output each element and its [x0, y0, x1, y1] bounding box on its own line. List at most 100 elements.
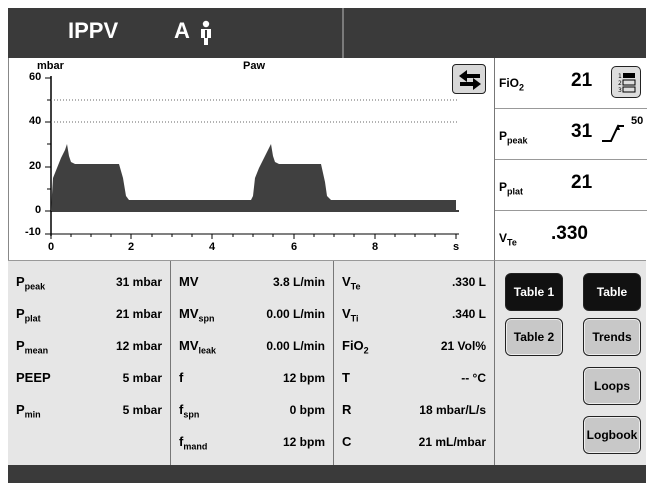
- table1-button[interactable]: Table 1: [505, 273, 563, 311]
- row-value: 12 bpm: [282, 435, 325, 449]
- x-tick-label: 4: [209, 241, 216, 253]
- header-divider: [342, 8, 344, 58]
- swap-graph-button[interactable]: [452, 64, 486, 94]
- param-subscript: 2: [519, 82, 525, 93]
- table-row: Pplat 21 mbar: [8, 301, 170, 329]
- table-row: Ppeak 31 mbar: [8, 269, 170, 297]
- x-tick-label: 2: [128, 241, 135, 253]
- list-icon: 1 2 3: [618, 73, 636, 94]
- row-value: 0 bpm: [289, 403, 325, 417]
- volume-column: MV 3.8 L/min MVspn 0.00 L/min MVleak 0.00 L/m…: [171, 261, 334, 466]
- param-subscript: Te: [507, 237, 517, 248]
- y-tick-label: 40: [29, 115, 42, 127]
- row-label: Ppeak: [16, 274, 46, 292]
- table-row: fmand 12 bpm: [171, 429, 333, 457]
- ventilation-mode: IPPV: [68, 18, 119, 43]
- measured-params-panel: FiO2 21 1 2 3 Ppeak 31 50 Pplat 21 VTe .…: [494, 58, 647, 262]
- table-row: C 21 mL/mbar: [334, 429, 494, 457]
- param-value: .330: [551, 223, 588, 244]
- footer-bar: [8, 465, 646, 483]
- table-row: VTe .330 L: [334, 269, 494, 297]
- list-view-button[interactable]: 1 2 3: [611, 66, 641, 98]
- x-tick-label: s: [453, 241, 460, 253]
- y-tick-label: 20: [29, 160, 42, 172]
- row-label: MV: [179, 274, 199, 289]
- patient-person-icon: [198, 20, 214, 51]
- row-label: C: [342, 434, 352, 449]
- table-row: fspn 0 bpm: [171, 397, 333, 425]
- row-label: PEEP: [16, 370, 51, 385]
- row-value: .330 L: [451, 275, 486, 289]
- row-label: fmand: [179, 434, 208, 452]
- row-value: 21 mL/mbar: [418, 435, 486, 449]
- row-value: -- °C: [461, 371, 486, 385]
- pressure-waveform: [51, 144, 456, 211]
- row-value: 5 mbar: [122, 371, 162, 385]
- table-row: MVspn 0.00 L/min: [171, 301, 333, 329]
- table-row: Pmin 5 mbar: [8, 397, 170, 425]
- table-row: PEEP 5 mbar: [8, 365, 170, 393]
- param-subscript: plat: [507, 186, 524, 197]
- row-label: MVspn: [179, 306, 215, 324]
- row-value: 31 mbar: [115, 275, 162, 289]
- table-row: R 18 mbar/L/s: [334, 397, 494, 425]
- param-pplat[interactable]: Pplat 21: [495, 160, 647, 211]
- param-fio2[interactable]: FiO2 21 1 2 3: [495, 58, 647, 109]
- pressure-limit-icon: [602, 124, 624, 142]
- misc-column: VTe .330 L VTi .340 L FiO2 21 Vol% T -- °C R 18 m…: [334, 261, 494, 466]
- row-value: 12 bpm: [282, 371, 325, 385]
- y-tick-label: 0: [35, 204, 42, 216]
- param-ppeak[interactable]: Ppeak 31 50: [495, 109, 647, 160]
- row-label: R: [342, 402, 352, 417]
- row-label: FiO2: [342, 338, 369, 356]
- row-label: T: [342, 370, 350, 385]
- row-value: 12 mbar: [115, 339, 162, 353]
- row-value: 18 mbar/L/s: [419, 403, 486, 417]
- row-label: Pmean: [16, 338, 49, 356]
- param-label: P: [499, 180, 508, 194]
- trends-button[interactable]: Trends: [583, 318, 641, 356]
- table-row: Pmean 12 mbar: [8, 333, 170, 361]
- row-label: Pplat: [16, 306, 41, 324]
- row-value: 5 mbar: [122, 403, 162, 417]
- row-label: fspn: [179, 402, 200, 420]
- x-tick-label: 8: [372, 241, 379, 253]
- row-value: 3.8 L/min: [272, 275, 325, 289]
- param-vte[interactable]: VTe .330: [495, 211, 647, 262]
- table-row: VTi .340 L: [334, 301, 494, 329]
- signal-name-label: Paw: [243, 60, 266, 72]
- ventilation-submode: A: [174, 18, 190, 43]
- svg-text:3: 3: [618, 87, 622, 94]
- y-tick-label: 60: [29, 71, 42, 83]
- row-value: 21 Vol%: [440, 339, 486, 353]
- x-tick-label: 6: [291, 241, 298, 253]
- loops-button[interactable]: Loops: [583, 367, 641, 405]
- param-value: 31: [571, 121, 593, 142]
- ppeak-limit: 50: [631, 115, 644, 127]
- param-label: P: [499, 129, 508, 143]
- svg-text:1: 1: [618, 73, 622, 80]
- table-row: MV 3.8 L/min: [171, 269, 333, 297]
- row-value: .340 L: [451, 307, 486, 321]
- row-label: f: [179, 370, 184, 385]
- header-bar: IPPV A: [8, 8, 646, 58]
- y-tick-label: -10: [25, 226, 41, 238]
- row-label: Pmin: [16, 402, 41, 420]
- pressure-column: Ppeak 31 mbar Pplat 21 mbar Pmean 12 mbar PEEP…: [8, 261, 171, 466]
- table2-button[interactable]: Table 2: [505, 318, 563, 356]
- table-row: MVleak 0.00 L/min: [171, 333, 333, 361]
- svg-text:2: 2: [618, 80, 622, 87]
- measurement-table: Ppeak 31 mbar Pplat 21 mbar Pmean 12 mbar PEEP…: [8, 260, 494, 466]
- pressure-waveform-graph: mbar Paw 60 40 20 0 -10 0 2 4 6 8 s: [8, 58, 494, 260]
- table-row: FiO2 21 Vol%: [334, 333, 494, 361]
- row-label: VTe: [342, 274, 361, 292]
- table-button[interactable]: Table: [583, 273, 641, 311]
- row-value: 21 mbar: [115, 307, 162, 321]
- row-value: 0.00 L/min: [266, 339, 325, 353]
- param-value: 21: [571, 172, 593, 193]
- row-label: MVleak: [179, 338, 217, 356]
- logbook-button[interactable]: Logbook: [583, 416, 641, 454]
- param-label: V: [499, 231, 508, 245]
- row-value: 0.00 L/min: [266, 307, 325, 321]
- param-subscript: peak: [507, 135, 528, 146]
